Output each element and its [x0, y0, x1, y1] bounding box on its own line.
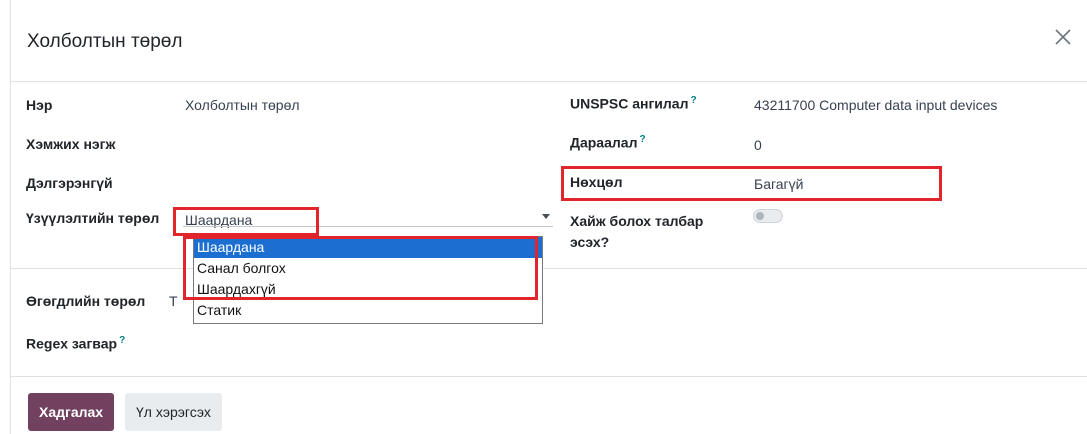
dialog-title: Холболтын төрөл: [27, 31, 183, 52]
uom-label: Хэмжих нэгж: [26, 136, 116, 152]
close-icon[interactable]: [1052, 26, 1074, 48]
option-static[interactable]: Статик: [194, 300, 542, 321]
unspsc-label-text: UNSPSC ангилал: [570, 95, 689, 112]
chevron-down-icon[interactable]: [542, 214, 550, 219]
help-icon[interactable]: ?: [691, 95, 697, 106]
regex-label: Regex загвар?: [26, 335, 125, 352]
toggle-knob: [756, 212, 764, 220]
highlight-box-options: [183, 236, 538, 300]
help-icon[interactable]: ?: [639, 134, 645, 145]
sequence-label-text: Дараалал: [570, 134, 638, 151]
highlight-box-condition: [561, 166, 942, 201]
searchable-label-line2: эсэх?: [570, 234, 610, 250]
highlight-box-select: [173, 207, 319, 236]
data-type-label: Өгөгдлийн төрөл: [26, 293, 146, 309]
help-icon[interactable]: ?: [119, 335, 125, 346]
name-label: Нэр: [26, 97, 53, 113]
unspsc-label: UNSPSC ангилал?: [570, 95, 697, 112]
discard-button[interactable]: Үл хэрэгсэх: [125, 393, 222, 431]
sequence-label: Дараалал?: [570, 134, 646, 151]
save-button[interactable]: Хадгалах: [28, 393, 115, 431]
searchable-label: Хайж болох талбар эсэх?: [570, 211, 703, 253]
dialog: Холболтын төрөл Нэр Холболтын төрөл Хэмж…: [10, 0, 1087, 434]
display-type-label: Үзүүлэлтийн төрөл: [26, 210, 160, 226]
regex-label-text: Regex загвар: [26, 335, 118, 352]
detail-label: Дэлгэрэнгүй: [26, 175, 113, 191]
dialog-header: Холболтын төрөл: [11, 0, 1087, 82]
sequence-field[interactable]: 0: [754, 137, 762, 153]
section-divider: [11, 268, 1087, 269]
data-type-value[interactable]: Т: [169, 293, 178, 309]
footer-divider: [11, 376, 1087, 377]
name-field[interactable]: Холболтын төрөл: [185, 97, 300, 113]
unspsc-field[interactable]: 43211700 Computer data input devices: [754, 97, 997, 113]
searchable-label-line1: Хайж болох талбар: [570, 213, 704, 229]
searchable-toggle[interactable]: [753, 209, 783, 223]
